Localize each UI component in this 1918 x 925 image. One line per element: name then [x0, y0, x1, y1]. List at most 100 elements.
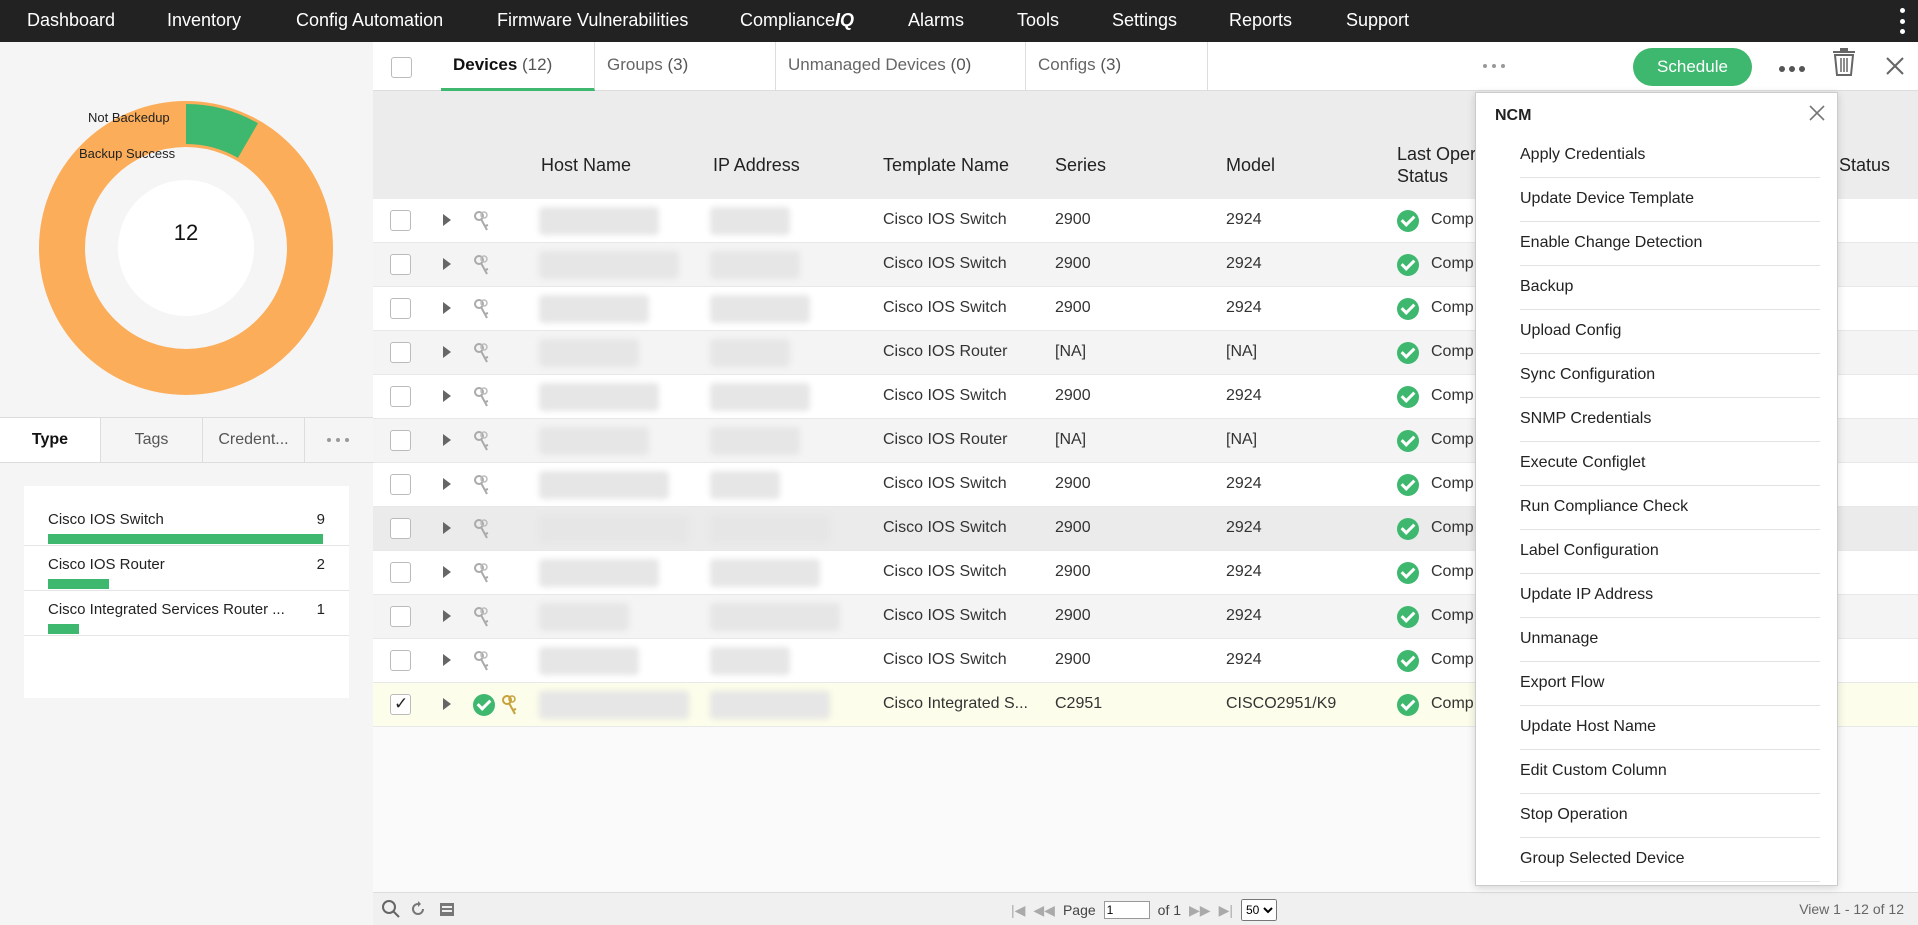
host-name-redacted[interactable] — [539, 647, 639, 675]
row-checkbox[interactable] — [390, 474, 411, 495]
ncm-menu-item[interactable]: Update Device Template — [1520, 178, 1820, 222]
tab-credentials[interactable]: Credent... — [203, 418, 305, 462]
host-name-redacted[interactable] — [539, 471, 669, 499]
expand-row-icon[interactable] — [443, 698, 451, 710]
host-name-redacted[interactable] — [539, 691, 689, 719]
row-checkbox[interactable] — [390, 254, 411, 275]
expand-row-icon[interactable] — [443, 566, 451, 578]
ncm-menu-item[interactable]: Group Selected Device — [1520, 838, 1820, 882]
page-input[interactable] — [1103, 901, 1150, 919]
col-template-name[interactable]: Template Name — [883, 155, 1009, 176]
row-checkbox[interactable] — [390, 562, 411, 583]
expand-row-icon[interactable] — [443, 610, 451, 622]
row-checkbox[interactable] — [390, 298, 411, 319]
tab-groups[interactable]: Groups (3) — [595, 42, 776, 91]
kebab-menu-icon[interactable] — [1900, 8, 1906, 34]
ncm-menu-item[interactable]: Run Compliance Check — [1520, 486, 1820, 530]
prev-page-icon[interactable]: ◀◀ — [1033, 902, 1055, 919]
ncm-menu-item[interactable]: Update Host Name — [1520, 706, 1820, 750]
ncm-menu-item[interactable]: SNMP Credentials — [1520, 398, 1820, 442]
expand-row-icon[interactable] — [443, 346, 451, 358]
ncm-menu-item[interactable]: Upload Config — [1520, 310, 1820, 354]
expand-row-icon[interactable] — [443, 522, 451, 534]
credentials-keys-icon[interactable] — [501, 694, 519, 716]
credentials-keys-icon[interactable] — [473, 650, 491, 672]
tab-devices[interactable]: Devices (12) — [441, 42, 595, 91]
ncm-menu-item[interactable]: Execute Configlet — [1520, 442, 1820, 486]
tab-tags[interactable]: Tags — [101, 418, 203, 462]
expand-row-icon[interactable] — [443, 390, 451, 402]
more-tabs-icon[interactable] — [327, 438, 349, 442]
select-all-checkbox[interactable] — [391, 57, 412, 78]
tab-configs[interactable]: Configs (3) — [1026, 42, 1208, 91]
credentials-keys-icon[interactable] — [473, 430, 491, 452]
trash-icon[interactable] — [1831, 48, 1857, 76]
col-model[interactable]: Model — [1226, 155, 1275, 176]
host-name-redacted[interactable] — [539, 383, 659, 411]
expand-row-icon[interactable] — [443, 434, 451, 446]
ncm-menu-item[interactable]: Edit Custom Column — [1520, 750, 1820, 794]
nav-reports[interactable]: Reports — [1229, 10, 1292, 31]
expand-row-icon[interactable] — [443, 302, 451, 314]
credentials-keys-icon[interactable] — [473, 474, 491, 496]
type-row[interactable]: Cisco Integrated Services Router ... 1 — [24, 591, 349, 636]
credentials-keys-icon[interactable] — [473, 562, 491, 584]
host-name-redacted[interactable] — [539, 251, 679, 279]
credentials-keys-icon[interactable] — [473, 518, 491, 540]
more-tabs-icon[interactable] — [1483, 64, 1505, 68]
ncm-menu-item[interactable]: Unmanage — [1520, 618, 1820, 662]
close-icon[interactable] — [1809, 105, 1825, 121]
credentials-keys-icon[interactable] — [473, 254, 491, 276]
expand-row-icon[interactable] — [443, 214, 451, 226]
host-name-redacted[interactable] — [539, 295, 649, 323]
ncm-menu-item[interactable]: Enable Change Detection — [1520, 222, 1820, 266]
host-name-redacted[interactable] — [539, 427, 649, 455]
type-row[interactable]: Cisco IOS Router 2 — [24, 546, 349, 591]
search-icon[interactable] — [381, 899, 401, 919]
nav-inventory[interactable]: Inventory — [167, 10, 241, 31]
more-actions-icon[interactable] — [1779, 66, 1805, 72]
credentials-keys-icon[interactable] — [473, 298, 491, 320]
per-page-select[interactable]: 50 — [1240, 899, 1277, 921]
nav-support[interactable]: Support — [1346, 10, 1409, 31]
row-checkbox[interactable] — [390, 342, 411, 363]
ncm-menu-item[interactable]: Apply Credentials — [1520, 134, 1820, 178]
row-checkbox[interactable] — [390, 650, 411, 671]
row-checkbox[interactable] — [390, 606, 411, 627]
credentials-keys-icon[interactable] — [473, 342, 491, 364]
col-host-name[interactable]: Host Name — [541, 155, 631, 176]
ncm-menu-item[interactable]: Sync Configuration — [1520, 354, 1820, 398]
close-icon[interactable] — [1885, 56, 1905, 76]
nav-compliance-iq[interactable]: ComplianceIQ — [740, 10, 854, 31]
row-checkbox[interactable] — [390, 430, 411, 451]
col-ip-address[interactable]: IP Address — [713, 155, 800, 176]
credentials-keys-icon[interactable] — [473, 386, 491, 408]
host-name-redacted[interactable] — [539, 339, 639, 367]
nav-config-automation[interactable]: Config Automation — [296, 10, 443, 31]
col-last-operation[interactable]: Last Opera — [1397, 144, 1486, 165]
first-page-icon[interactable]: |◀ — [1011, 902, 1025, 919]
credentials-keys-icon[interactable] — [473, 210, 491, 232]
nav-firmware-vulnerabilities[interactable]: Firmware Vulnerabilities — [497, 10, 688, 31]
host-name-redacted[interactable] — [539, 559, 659, 587]
nav-settings[interactable]: Settings — [1112, 10, 1177, 31]
row-checkbox[interactable] — [390, 518, 411, 539]
nav-tools[interactable]: Tools — [1017, 10, 1059, 31]
host-name-redacted[interactable] — [539, 603, 629, 631]
expand-row-icon[interactable] — [443, 258, 451, 270]
ncm-menu-item[interactable]: Backup — [1520, 266, 1820, 310]
columns-icon[interactable] — [440, 903, 454, 916]
last-page-icon[interactable]: ▶| — [1219, 902, 1233, 919]
type-row[interactable]: Cisco IOS Switch 9 — [24, 501, 349, 546]
nav-alarms[interactable]: Alarms — [908, 10, 964, 31]
col-status[interactable]: Status — [1839, 155, 1890, 176]
ncm-menu-item[interactable]: Update IP Address — [1520, 574, 1820, 618]
ncm-menu-item[interactable]: Label Configuration — [1520, 530, 1820, 574]
tab-unmanaged-devices[interactable]: Unmanaged Devices (0) — [776, 42, 1026, 91]
host-name-redacted[interactable] — [539, 207, 659, 235]
credentials-keys-icon[interactable] — [473, 606, 491, 628]
expand-row-icon[interactable] — [443, 478, 451, 490]
col-series[interactable]: Series — [1055, 155, 1106, 176]
row-checkbox[interactable] — [390, 210, 411, 231]
row-checkbox[interactable] — [390, 694, 411, 715]
